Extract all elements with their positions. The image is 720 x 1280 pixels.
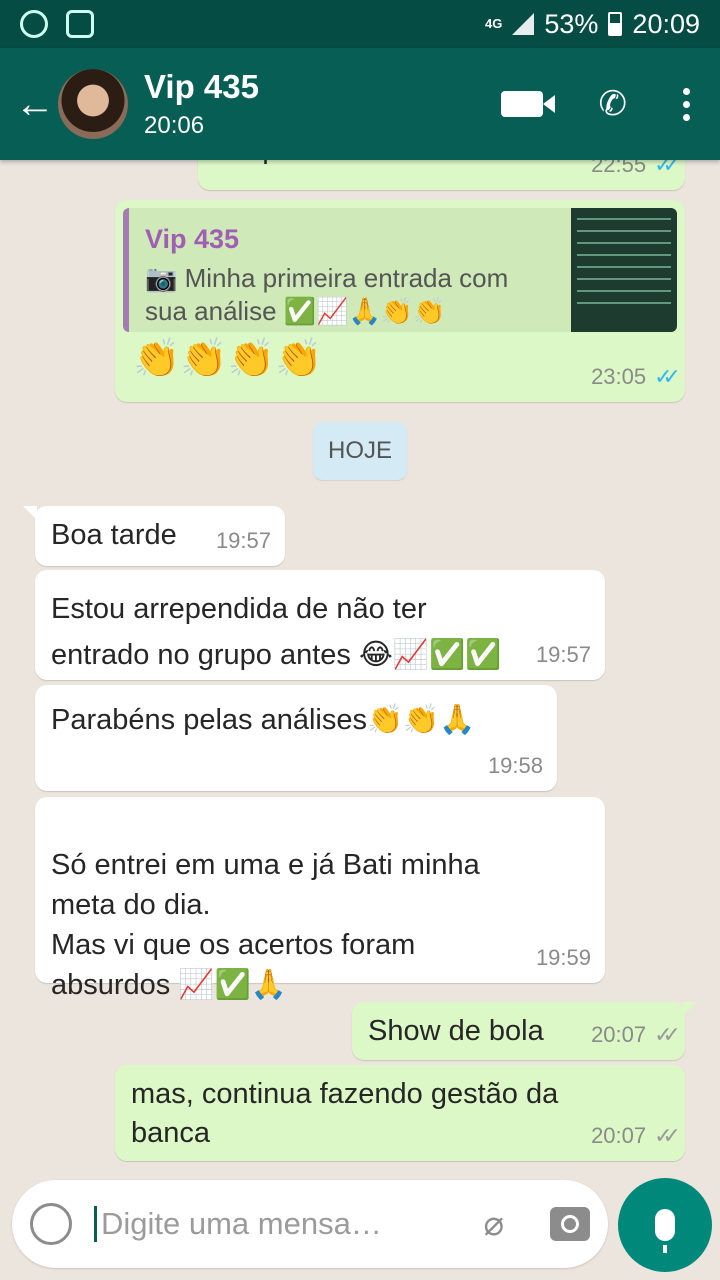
battery-percent: 53% <box>544 8 599 39</box>
message-text: mas, continua fazendo gestão da banca <box>131 1078 559 1149</box>
paperclip-icon[interactable]: ⌀ <box>484 1204 504 1244</box>
composer: Digite uma mensa… ⌀ <box>12 1180 608 1268</box>
message-incoming[interactable]: Estou arrependida de não ter entrado no … <box>35 570 605 680</box>
message-text: Show de bola <box>368 1015 544 1047</box>
message-outgoing[interactable]: só quando fechar o mês 22:55 ✓✓ <box>198 160 685 190</box>
arrow-left-icon[interactable]: ← <box>12 82 58 127</box>
smiley-icon[interactable] <box>30 1203 72 1245</box>
message-time: 19:57 <box>215 528 271 553</box>
message-text: só quando fechar o mês <box>214 160 525 168</box>
signal-icon <box>512 13 535 35</box>
mic-button[interactable] <box>618 1178 712 1272</box>
network-type: 4G <box>485 16 503 31</box>
message-outgoing[interactable]: mas, continua fazendo gestão da banca 20… <box>115 1065 685 1161</box>
message-text: Só entrei em uma e já Bati minha meta do… <box>51 849 480 1001</box>
contact-status: 20:06 <box>144 112 205 139</box>
message-text: Parabéns pelas análises👏👏🙏 <box>51 704 476 736</box>
avatar[interactable] <box>58 69 128 139</box>
contact-info[interactable]: Vip 435 20:06 <box>144 68 259 140</box>
message-time: 20:07 <box>591 1022 647 1047</box>
message-incoming[interactable]: Boa tarde 19:57 <box>23 506 285 566</box>
date-divider: HOJE <box>313 422 407 480</box>
message-time: 19:57 <box>535 642 591 667</box>
message-outgoing[interactable]: Show de bola 20:07 ✓✓ <box>352 1002 697 1060</box>
camera-icon[interactable] <box>550 1207 590 1241</box>
message-text: Boa tarde <box>51 519 177 551</box>
message-text: Estou arrependida de não ter entrado no … <box>51 593 502 671</box>
quoted-author: Vip 435 <box>145 224 240 254</box>
message-time: 23:05 <box>591 364 647 389</box>
message-time: 22:55 <box>591 160 647 177</box>
quoted-text: 📷 Minha primeira entrada com sua análise… <box>145 263 509 326</box>
message-time: 20:07 <box>591 1123 647 1148</box>
microphone-icon <box>655 1209 675 1253</box>
double-check-icon: ✓✓ <box>654 364 681 389</box>
battery-icon <box>608 12 623 36</box>
quoted-message[interactable]: Vip 435 📷 Minha primeira entrada com sua… <box>123 208 677 332</box>
message-time: 19:59 <box>535 945 591 970</box>
double-check-icon: ✓✓ <box>654 1123 681 1148</box>
double-check-icon: ✓✓ <box>654 160 681 177</box>
clock: 20:09 <box>632 8 700 39</box>
status-bar: 4G 53% 20:09 <box>0 0 720 48</box>
double-check-icon: ✓✓ <box>654 1022 681 1047</box>
message-outgoing[interactable]: Vip 435 📷 Minha primeira entrada com sua… <box>115 200 685 402</box>
quoted-thumbnail <box>571 208 677 332</box>
message-time: 19:58 <box>487 753 543 778</box>
message-input[interactable]: Digite uma mensa… <box>94 1206 414 1242</box>
phone-icon[interactable]: ✆ <box>599 84 628 124</box>
more-vert-icon[interactable] <box>683 87 690 121</box>
message-text: 👏👏👏👏 <box>133 338 323 380</box>
contact-name: Vip 435 <box>144 68 259 105</box>
message-incoming[interactable]: Parabéns pelas análises👏👏🙏 19:58 <box>35 685 557 791</box>
whatsapp-notification-icon <box>20 10 48 38</box>
message-list[interactable]: só quando fechar o mês 22:55 ✓✓ Vip 435 📷… <box>0 160 720 1170</box>
gallery-notification-icon <box>66 10 94 38</box>
message-incoming[interactable]: Só entrei em uma e já Bati minha meta do… <box>35 797 605 1001</box>
chat-header: ← Vip 435 20:06 ✆ <box>0 48 720 160</box>
video-camera-icon[interactable] <box>500 91 555 117</box>
